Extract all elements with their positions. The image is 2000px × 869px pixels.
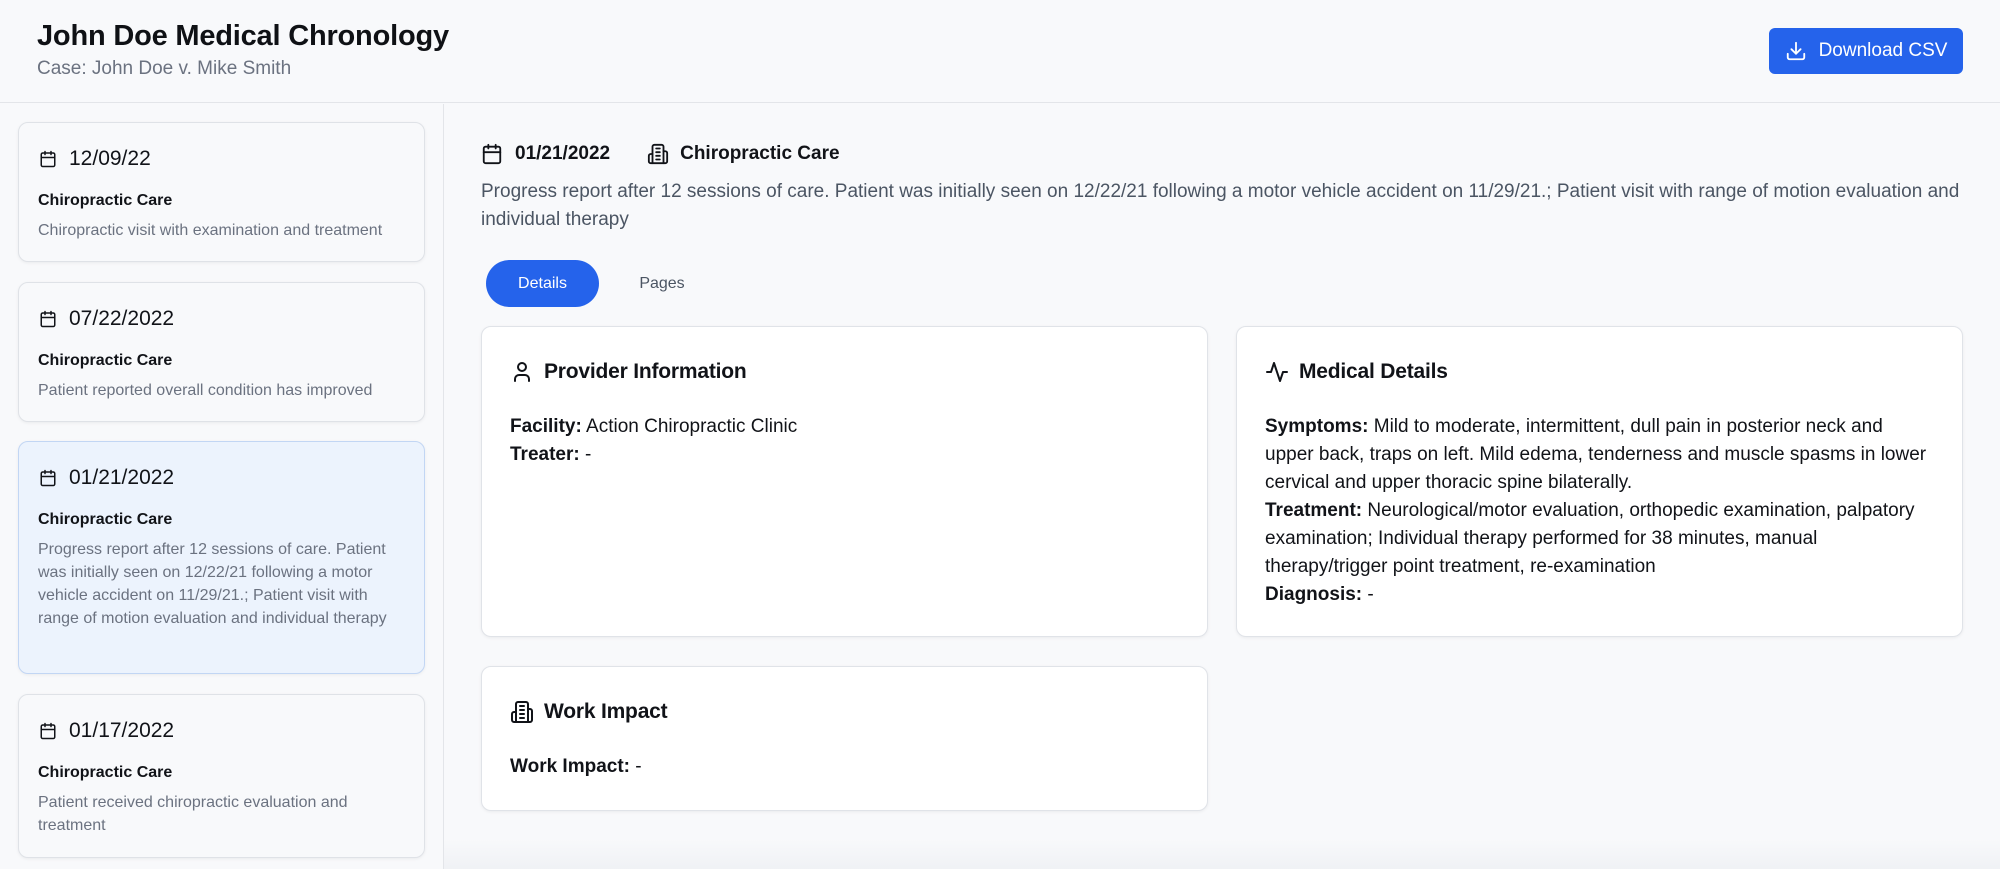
medical-card-title: Medical Details xyxy=(1299,360,1448,383)
work-impact-card: Work Impact Work Impact: - xyxy=(481,666,1208,811)
entry-description: Patient received chiropractic evaluation… xyxy=(38,794,348,834)
building-icon xyxy=(647,143,669,165)
calendar-icon xyxy=(39,310,57,328)
scroll-fade xyxy=(444,839,2000,869)
download-csv-button[interactable]: Download CSV xyxy=(1769,28,1963,74)
facility-row: Facility: Action Chiropractic Clinic xyxy=(510,413,1179,441)
selected-date: 01/21/2022 xyxy=(515,143,611,164)
download-csv-label: Download CSV xyxy=(1818,40,1948,61)
facility-value: Action Chiropractic Clinic xyxy=(586,416,798,437)
work-impact-row: Work Impact: - xyxy=(510,753,1179,781)
work-impact-label: Work Impact: xyxy=(510,756,631,777)
entry-date: 12/09/22 xyxy=(69,147,151,170)
download-icon xyxy=(1785,40,1807,62)
tab-pages[interactable]: Pages xyxy=(610,260,714,307)
entry-date: 01/21/2022 xyxy=(69,466,175,489)
calendar-icon xyxy=(39,150,57,168)
provider-card-title: Provider Information xyxy=(544,360,747,383)
selected-description: Progress report after 12 sessions of car… xyxy=(481,181,1960,230)
symptoms-label: Symptoms: xyxy=(1265,416,1369,437)
symptoms-row: Symptoms: Mild to moderate, intermittent… xyxy=(1265,413,1934,497)
page-header: John Doe Medical Chronology Case: John D… xyxy=(0,0,2000,103)
entry-type: Chiropractic Care xyxy=(38,511,173,528)
diagnosis-label: Diagnosis: xyxy=(1265,584,1363,605)
user-icon xyxy=(510,360,534,384)
entry-description: Chiropractic visit with examination and … xyxy=(38,222,383,239)
entry-type: Chiropractic Care xyxy=(38,192,173,209)
treater-label: Treater: xyxy=(510,444,580,465)
page-title: John Doe Medical Chronology xyxy=(37,20,449,52)
entry-description: Progress report after 12 sessions of car… xyxy=(38,541,387,627)
timeline-entry[interactable]: 12/09/22 Chiropractic Care Chiropractic … xyxy=(18,122,425,262)
chronology-sidebar: 12/09/22 Chiropractic Care Chiropractic … xyxy=(0,104,444,869)
activity-icon xyxy=(1265,360,1289,384)
selected-type: Chiropractic Care xyxy=(680,143,840,164)
entry-type: Chiropractic Care xyxy=(38,352,173,369)
diagnosis-value: - xyxy=(1367,584,1374,605)
calendar-icon xyxy=(39,469,57,487)
treatment-row: Treatment: Neurological/motor evaluation… xyxy=(1265,497,1934,581)
treater-value: - xyxy=(584,444,592,465)
timeline-entry[interactable]: 01/17/2022 Chiropractic Care Patient rec… xyxy=(18,694,425,858)
entry-date: 01/17/2022 xyxy=(69,719,175,742)
treater-row: Treater: - xyxy=(510,441,1179,469)
diagnosis-row: Diagnosis: - xyxy=(1265,581,1934,609)
tab-details[interactable]: Details xyxy=(486,260,599,307)
case-subtitle: Case: John Doe v. Mike Smith xyxy=(37,58,292,79)
selected-entry-header: 01/21/2022 Chiropractic Care xyxy=(481,139,840,169)
work-impact-value: - xyxy=(635,756,642,777)
timeline-entry-selected[interactable]: 01/21/2022 Chiropractic Care Progress re… xyxy=(18,441,425,674)
building-icon xyxy=(510,700,534,724)
medical-details-card: Medical Details Symptoms: Mild to modera… xyxy=(1236,326,1963,637)
calendar-icon xyxy=(39,722,57,740)
timeline-entry[interactable]: 07/22/2022 Chiropractic Care Patient rep… xyxy=(18,282,425,422)
entry-date: 07/22/2022 xyxy=(69,307,175,330)
treatment-value: Neurological/motor evaluation, orthopedi… xyxy=(1265,500,1915,577)
treatment-label: Treatment: xyxy=(1265,500,1363,521)
calendar-icon xyxy=(481,143,503,165)
facility-label: Facility: xyxy=(510,416,582,437)
entry-description: Patient reported overall condition has i… xyxy=(38,382,373,399)
work-card-title: Work Impact xyxy=(544,700,668,723)
entry-type: Chiropractic Care xyxy=(38,764,173,781)
provider-information-card: Provider Information Facility: Action Ch… xyxy=(481,326,1208,637)
